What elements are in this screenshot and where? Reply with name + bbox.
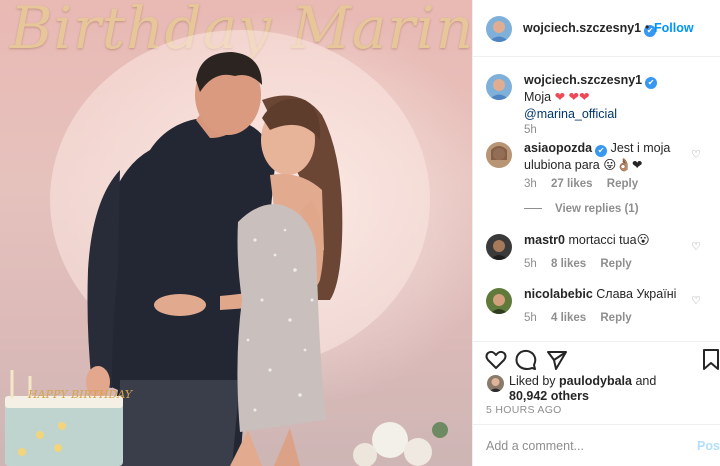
cake-topper-text: HAPPY BIRTHDAY [28, 388, 133, 401]
caption-username[interactable]: wojciech.szczesny1 [524, 73, 642, 87]
replies-divider [524, 208, 542, 210]
comment-text: asiaopozda ✔ Jest i moja ulubiona para 😛👌… [524, 141, 671, 172]
avatar-image [486, 142, 512, 168]
avatar-image [486, 74, 512, 100]
likes-count[interactable]: 80,942 others [509, 389, 589, 403]
red-heart-icon: ❤ [554, 90, 566, 104]
bookmark-icon[interactable] [701, 348, 720, 372]
comment-text: mastr0 mortacci tua😮 [524, 233, 650, 247]
reply-button[interactable]: Reply [600, 258, 631, 270]
heart-icon[interactable] [484, 348, 508, 372]
post-actions [473, 341, 720, 377]
caption-meta: 5h [524, 124, 548, 136]
post-timestamp[interactable]: 5 HOURS AGO [486, 404, 562, 416]
comment-likes[interactable]: 8 likes [551, 258, 586, 270]
comment-composer: Add a comment... Post [473, 424, 720, 466]
likes-text: Liked by paulodybala and 80,942 others [509, 374, 657, 403]
follow-button[interactable]: Follow [654, 21, 694, 35]
reply-button[interactable]: Reply [607, 178, 638, 190]
red-hearts-icon: ❤❤ [568, 90, 590, 104]
share-icon[interactable] [545, 348, 569, 372]
comment-likes[interactable]: 27 likes [551, 178, 593, 190]
view-replies-button[interactable]: View replies (1) [524, 203, 639, 215]
commenter-avatar[interactable] [486, 234, 512, 260]
comment-meta: 5h 4 likes Reply [524, 312, 643, 324]
caption-text: wojciech.szczesny1 ✔ Moja ❤ ❤❤ @marina_of… [524, 72, 684, 123]
commenter-avatar[interactable] [486, 142, 512, 168]
caption-author-avatar[interactable] [486, 74, 512, 100]
author-username[interactable]: wojciech.szczesny1 ✔ [523, 21, 657, 37]
like-comment-heart-icon[interactable]: ♡ [691, 240, 701, 253]
post-image[interactable]: Birthday Marina [0, 0, 472, 466]
commenter-avatar[interactable] [486, 288, 512, 314]
avatar-image [486, 234, 512, 260]
reply-button[interactable]: Reply [600, 312, 631, 324]
like-comment-heart-icon[interactable]: ♡ [691, 148, 701, 161]
avatar-image [487, 375, 504, 392]
like-comment-heart-icon[interactable]: ♡ [691, 294, 701, 307]
post-header: wojciech.szczesny1 ✔ • Follow [473, 0, 720, 57]
comment-time[interactable]: 5h [524, 312, 537, 324]
comment-username[interactable]: asiaopozda [524, 141, 592, 155]
comment-likes[interactable]: 4 likes [551, 312, 586, 324]
comment-username[interactable]: nicolabebic [524, 287, 593, 301]
header-separator: • [645, 20, 650, 34]
comment-text: nicolabebic Слава Україні [524, 287, 677, 301]
comment-meta: 5h 8 likes Reply [524, 258, 643, 270]
comment-icon[interactable] [514, 348, 538, 372]
post-sidebar: wojciech.szczesny1 ✔ • Follow wojciech.sz… [472, 0, 720, 466]
comment-time[interactable]: 3h [524, 178, 537, 190]
comment-meta: 3h 27 likes Reply [524, 178, 649, 190]
verified-badge-icon: ✔ [645, 77, 658, 89]
verified-badge-icon: ✔ [595, 145, 608, 157]
comment-input[interactable]: Add a comment... [486, 439, 584, 453]
comment-username[interactable]: mastr0 [524, 233, 565, 247]
comment-time[interactable]: 5h [524, 258, 537, 270]
author-avatar[interactable] [486, 16, 512, 42]
caption-time[interactable]: 5h [524, 124, 537, 136]
liker-avatar[interactable] [487, 375, 504, 392]
post-comment-button[interactable]: Post [697, 439, 720, 453]
avatar-image [486, 288, 512, 314]
avatar-image [486, 16, 512, 42]
comments-list[interactable]: wojciech.szczesny1 ✔ Moja ❤ ❤❤ @marina_of… [473, 58, 720, 341]
liker-username[interactable]: paulodybala [559, 374, 632, 388]
mention-link[interactable]: @marina_official [524, 107, 617, 121]
